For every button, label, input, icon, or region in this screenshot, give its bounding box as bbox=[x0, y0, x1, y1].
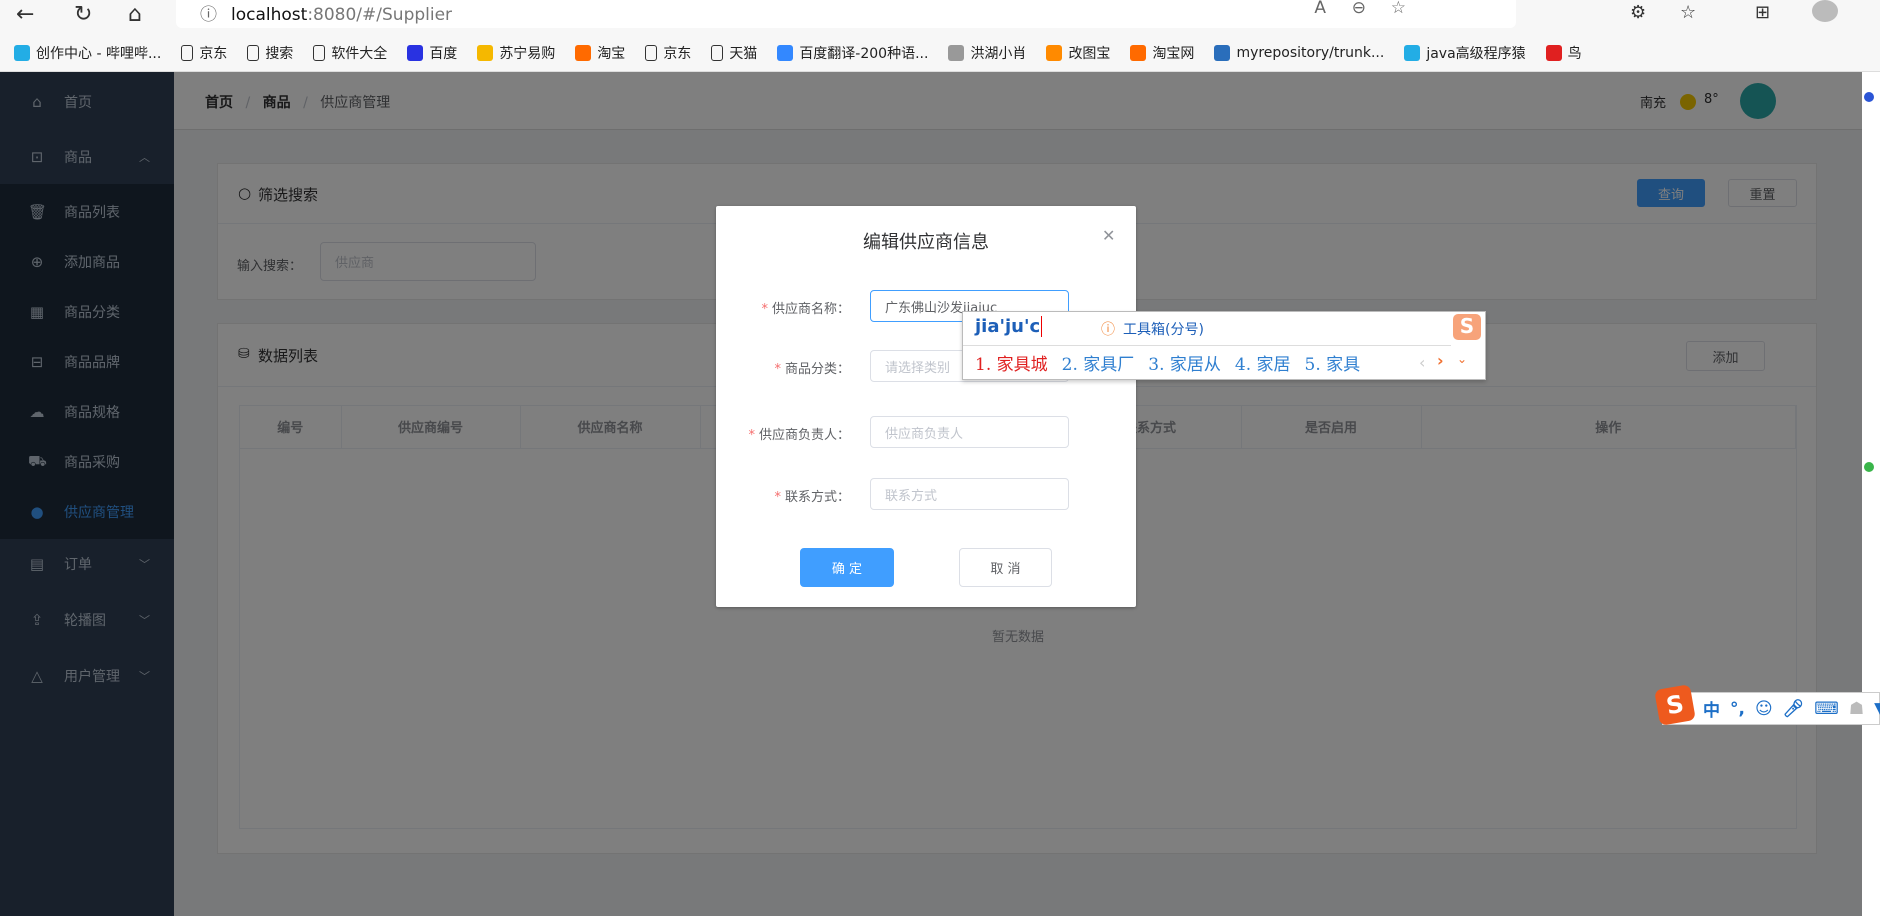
home-icon[interactable]: ⌂ bbox=[128, 2, 142, 27]
bird-red-icon bbox=[1545, 44, 1562, 61]
gaitubao-icon bbox=[1046, 44, 1063, 61]
bookmark-item[interactable]: 改图宝 bbox=[1046, 43, 1110, 63]
ime-candidate[interactable]: 4. 家居 bbox=[1235, 350, 1291, 375]
browser-side-panel bbox=[1862, 72, 1880, 916]
svn-icon bbox=[1214, 44, 1231, 61]
page-icon bbox=[313, 44, 326, 61]
field-input-3[interactable]: 联系方式 bbox=[870, 478, 1069, 510]
favorites-icon[interactable]: ☆ bbox=[1680, 2, 1696, 23]
field-label: * 供应商名称： bbox=[761, 302, 850, 317]
ime-candidate[interactable]: 2. 家具厂 bbox=[1062, 350, 1135, 375]
expand-icon[interactable]: ⌄ bbox=[1457, 352, 1467, 366]
page-icon bbox=[181, 44, 194, 61]
ime-mode-toggle[interactable]: 中 bbox=[1703, 696, 1720, 721]
field-label: * 联系方式： bbox=[774, 490, 850, 505]
field-label: * 供应商负责人： bbox=[748, 428, 850, 443]
suning-icon bbox=[477, 44, 494, 61]
ime-candidates: 1. 家具城 2. 家具厂 3. 家居从 4. 家居 5. 家具 bbox=[975, 350, 1374, 375]
bookmark-item[interactable]: 百度翻译-200种语... bbox=[777, 43, 928, 63]
sogou-logo-icon[interactable]: S bbox=[1654, 684, 1696, 726]
dialog-title: 编辑供应商信息 bbox=[863, 232, 989, 253]
microphone-icon[interactable]: 🎤︎ bbox=[1783, 699, 1805, 719]
back-icon[interactable]: ← bbox=[16, 2, 34, 27]
page-icon bbox=[645, 44, 658, 61]
taobao-icon bbox=[1130, 44, 1147, 61]
taobao-icon bbox=[575, 44, 592, 61]
ime-candidate[interactable]: 1. 家具城 bbox=[975, 350, 1048, 375]
cancel-button[interactable]: 取 消 bbox=[959, 548, 1052, 587]
refresh-icon[interactable]: ↻ bbox=[74, 2, 92, 27]
bookmarks-bar: 创作中心 - 哔哩哔... 京东 搜索 软件大全 百度 苏宁易购 淘宝 京东 天猫 百度翻译-20… bbox=[0, 34, 1880, 72]
user-card-icon[interactable]: ☗ bbox=[1849, 699, 1864, 719]
ime-candidate[interactable]: 3. 家居从 bbox=[1148, 350, 1221, 375]
ime-punct-toggle[interactable]: °, bbox=[1730, 699, 1745, 719]
required-marker: * bbox=[748, 428, 755, 443]
required-marker: * bbox=[774, 490, 781, 505]
page-icon bbox=[711, 44, 724, 61]
bilibili-icon bbox=[14, 44, 30, 61]
bookmark-item[interactable]: java高级程序猿 bbox=[1404, 43, 1526, 63]
bookmark-item[interactable]: 搜索 bbox=[247, 43, 293, 63]
collections-icon[interactable]: ⊞ bbox=[1755, 2, 1770, 23]
emoji-icon[interactable]: ☺ bbox=[1755, 699, 1773, 719]
read-aloud-icon[interactable]: A bbox=[1314, 0, 1326, 18]
skin-icon[interactable]: ▼ bbox=[1874, 699, 1880, 719]
info-icon: ⓘ bbox=[1101, 322, 1115, 338]
edit-supplier-dialog: 编辑供应商信息 ✕ * 供应商名称： 广东佛山沙发jiajuc * 商品分类： 请选择类别… bbox=[716, 206, 1136, 607]
field-label: * 商品分类： bbox=[774, 362, 850, 377]
next-page-icon[interactable]: › bbox=[1437, 351, 1444, 370]
browser-toolbar: ← ↻ ⌂ ⓘ localhost:8080/#/Supplier A ⊖ ☆ ⚙… bbox=[0, 0, 1880, 34]
baidu-icon bbox=[407, 44, 424, 61]
zoom-out-icon[interactable]: ⊖ bbox=[1352, 0, 1366, 18]
required-marker: * bbox=[774, 362, 781, 377]
extensions-icon[interactable]: ⚙ bbox=[1630, 2, 1646, 23]
ime-toolbox[interactable]: 工具箱(分号) bbox=[1123, 319, 1204, 339]
sidebar-app-icon[interactable] bbox=[1864, 92, 1874, 102]
bilibili-icon bbox=[1404, 44, 1421, 61]
translate-icon bbox=[777, 44, 794, 61]
profile-avatar[interactable] bbox=[1812, 0, 1838, 22]
bookmark-item[interactable]: 百度 bbox=[407, 43, 457, 63]
bookmark-item[interactable]: 京东 bbox=[645, 43, 691, 63]
sogou-logo-icon: S bbox=[1453, 314, 1481, 340]
close-icon[interactable]: ✕ bbox=[1102, 226, 1115, 245]
address-bar[interactable]: ⓘ localhost:8080/#/Supplier A ⊖ ☆ bbox=[176, 0, 1516, 28]
bookmark-item[interactable]: myrepository/trunk... bbox=[1214, 44, 1384, 61]
prev-page-icon[interactable]: ‹ bbox=[1419, 353, 1425, 372]
bookmark-item[interactable]: 创作中心 - 哔哩哔... bbox=[14, 43, 161, 63]
favorite-icon[interactable]: ☆ bbox=[1391, 0, 1406, 18]
bookmark-item[interactable]: 苏宁易购 bbox=[477, 43, 555, 63]
bookmark-item[interactable]: 京东 bbox=[181, 43, 227, 63]
bookmark-item[interactable]: 淘宝网 bbox=[1130, 43, 1194, 63]
confirm-button[interactable]: 确 定 bbox=[800, 548, 894, 587]
ime-candidate-window: jia'ju'c ⓘ 工具箱(分号) S 1. 家具城 2. 家具厂 3. 家居从 4… bbox=[962, 311, 1486, 380]
page-icon bbox=[247, 44, 260, 61]
bookmark-item[interactable]: 鸟 bbox=[1545, 43, 1582, 63]
info-icon: ⓘ bbox=[200, 5, 217, 25]
bookmark-item[interactable]: 软件大全 bbox=[313, 43, 387, 63]
bookmark-item[interactable]: 洪湖小肖 bbox=[948, 43, 1026, 63]
sidebar-app-icon[interactable] bbox=[1864, 462, 1874, 472]
bookmark-item[interactable]: 淘宝 bbox=[575, 43, 625, 63]
keyboard-icon[interactable]: ⌨ bbox=[1814, 699, 1839, 719]
ime-pinyin: jia'ju'c bbox=[975, 316, 1043, 337]
field-input-2[interactable]: 供应商负责人 bbox=[870, 416, 1069, 448]
required-marker: * bbox=[761, 302, 768, 317]
ime-status-bar: S 中 °, ☺ 🎤︎ ⌨ ☗ ▼ bbox=[1654, 684, 1880, 726]
ime-candidate[interactable]: 5. 家具 bbox=[1305, 350, 1361, 375]
bookmark-item[interactable]: 天猫 bbox=[711, 43, 757, 63]
bird-icon bbox=[948, 44, 965, 61]
